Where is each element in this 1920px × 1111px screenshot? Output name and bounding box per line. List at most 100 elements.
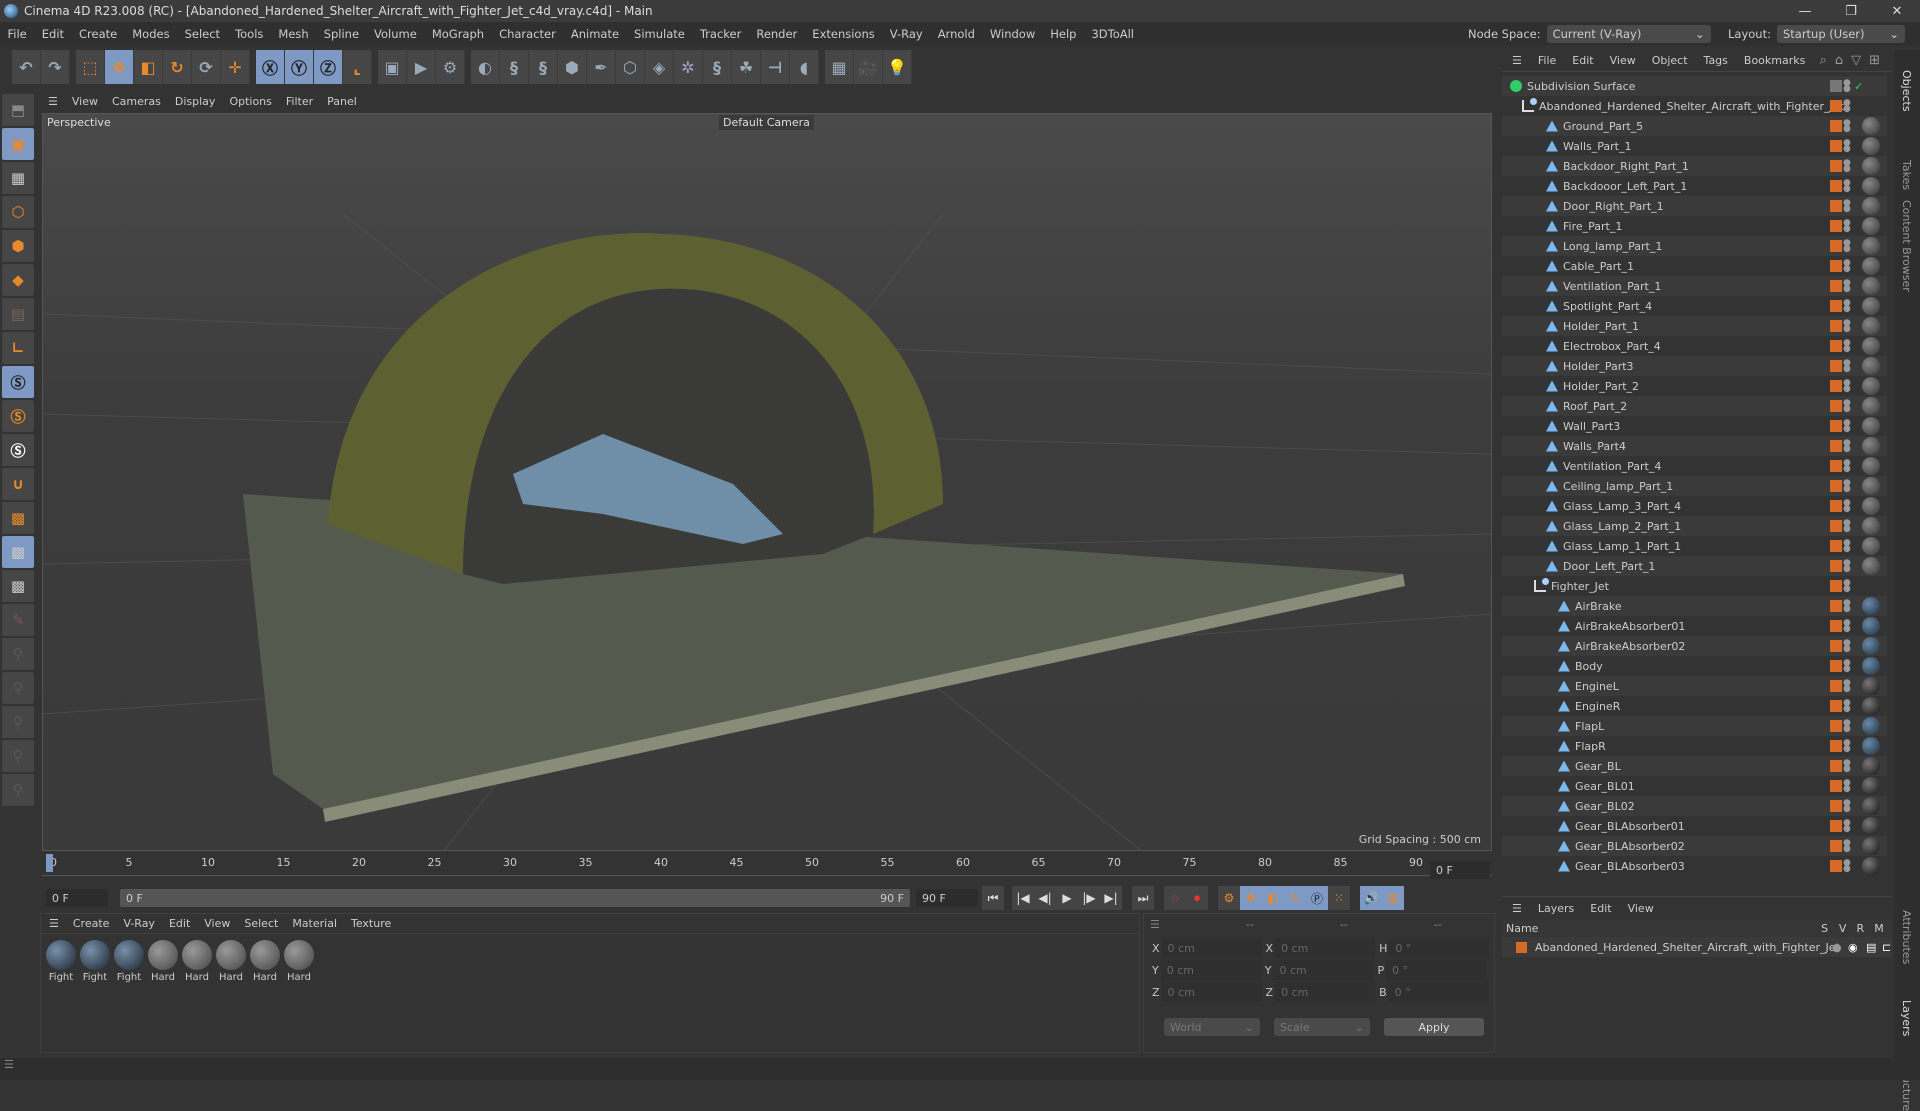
hamburger-icon[interactable]: ☰ [48,95,58,108]
apply-button[interactable]: Apply [1384,1018,1484,1036]
layer-color-swatch[interactable] [1830,480,1842,492]
material-tag-icon[interactable] [1862,277,1880,295]
menu-animate[interactable]: Animate [563,27,626,41]
current-frame-field[interactable]: 0 F [46,889,108,907]
menu-mesh[interactable]: Mesh [271,27,316,41]
material-tag-icon[interactable] [1862,177,1880,195]
next-key-button[interactable]: ▶| [1100,886,1122,910]
x-axis-icon[interactable]: Ⓧ [256,50,285,84]
object-row[interactable]: Gear_BLAbsorber02 ● ● [1502,836,1887,856]
restore-button[interactable]: ❐ [1828,0,1874,22]
side-tab-layers[interactable]: Layers [1900,1000,1913,1036]
keyframe-settings-icon[interactable]: ⚙ [1218,886,1240,910]
menu-arnold[interactable]: Arnold [930,27,982,41]
rotate-icon[interactable]: ↻ [163,50,192,84]
cloner-icon[interactable]: ☘ [732,50,761,84]
layer-color-swatch[interactable] [1830,600,1842,612]
visibility-dots-icon[interactable]: ● ● [1843,459,1851,474]
material-item[interactable]: Hard [215,940,247,983]
coord-field-z[interactable]: 0 cm [1161,982,1262,1002]
menu-extensions[interactable]: Extensions [805,27,882,41]
viewport-menu-filter[interactable]: Filter [286,95,313,108]
coord-field-x[interactable]: 0 cm [1275,938,1376,958]
layer-color-swatch[interactable] [1830,180,1842,192]
go-to-end-button[interactable]: ⏭ [1132,886,1154,910]
object-row[interactable]: Gear_BL02 ● ● [1502,796,1887,816]
layer-menu-edit[interactable]: Edit [1590,902,1611,915]
material-tag-icon[interactable] [1862,677,1880,695]
object-row[interactable]: Walls_Part4 ● ● [1502,436,1887,456]
model-mode-icon[interactable]: ⬒ [2,94,34,126]
layer-menu-view[interactable]: View [1628,902,1654,915]
layer-color-swatch[interactable] [1830,520,1842,532]
object-row[interactable]: Subdivision Surface ● ● ✓ [1502,76,1887,96]
python-icon[interactable]: § [500,50,529,84]
material-item[interactable]: Hard [147,940,179,983]
menu-vray[interactable]: V-Ray [882,27,930,41]
node-space-select[interactable]: Current (V-Ray) ⌄ [1546,25,1711,43]
layer-color-swatch[interactable] [1830,420,1842,432]
snap-white-icon[interactable]: Ⓢ [2,434,34,466]
next-frame-button[interactable]: |▶ [1078,886,1100,910]
extrude-icon[interactable]: ◈ [645,50,674,84]
object-menu-file[interactable]: File [1538,54,1556,67]
play-button[interactable]: ▶ [1056,886,1078,910]
object-menu-tags[interactable]: Tags [1704,54,1728,67]
object-row[interactable]: Abandoned_Hardened_Shelter_Aircraft_with… [1502,96,1887,116]
object-row[interactable]: FlapR ● ● [1502,736,1887,756]
key-position-icon[interactable]: ✥ [1240,886,1262,910]
material-tag-icon[interactable] [1862,537,1880,555]
visibility-dots-icon[interactable]: ● ● [1843,579,1851,594]
enabled-check-icon[interactable]: ✓ [1854,80,1863,93]
coord-field-y[interactable]: 0 cm [1160,960,1261,980]
coord-field-x[interactable]: 0 cm [1161,938,1262,958]
material-tag-icon[interactable] [1862,477,1880,495]
coord-mode-select[interactable]: Scale ⌄ [1274,1018,1370,1036]
menu-mograph[interactable]: MoGraph [424,27,491,41]
layer-color-swatch[interactable] [1830,700,1842,712]
visibility-dots-icon[interactable]: ● ● [1843,299,1851,314]
axis-icon[interactable]: ∟ [2,332,34,364]
material-menu-texture[interactable]: Texture [351,917,391,930]
material-tag-icon[interactable] [1862,317,1880,335]
key-param-icon[interactable]: Ⓟ [1306,886,1328,910]
object-row[interactable]: Ventilation_Part_1 ● ● [1502,276,1887,296]
hamburger-icon[interactable]: ☰ [49,917,59,930]
prev-key-button[interactable]: |◀ [1012,886,1034,910]
layer-color-swatch[interactable] [1830,840,1842,852]
material-tag-icon[interactable] [1862,457,1880,475]
material-tag-icon[interactable] [1862,217,1880,235]
visibility-dots-icon[interactable]: ● ● [1843,359,1851,374]
material-item[interactable]: Fight [45,940,77,983]
select-icon[interactable]: ⬚ [76,50,105,84]
material-tag-icon[interactable] [1862,777,1880,795]
key-pla-icon[interactable]: ⁙ [1328,886,1350,910]
object-row[interactable]: Holder_Part_1 ● ● [1502,316,1887,336]
pin-icon[interactable]: ⚲ [2,638,34,670]
layer-color-swatch[interactable] [1830,740,1842,752]
material-tag-icon[interactable] [1862,717,1880,735]
object-row[interactable]: Ventilation_Part_4 ● ● [1502,456,1887,476]
menu-edit[interactable]: Edit [34,27,71,41]
material-item[interactable]: Fight [79,940,111,983]
material-tag-icon[interactable] [1862,357,1880,375]
menu-simulate[interactable]: Simulate [627,27,693,41]
redo-icon[interactable]: ↷ [41,50,70,84]
visibility-dots-icon[interactable]: ● ● [1843,439,1851,454]
render-view-icon[interactable]: ▣ [378,50,407,84]
material-tag-icon[interactable] [1862,397,1880,415]
layer-color-swatch[interactable] [1830,320,1842,332]
material-tag-icon[interactable] [1862,757,1880,775]
material-menu-material[interactable]: Material [292,917,337,930]
visibility-dots-icon[interactable]: ● ● [1843,699,1851,714]
visible-eye-icon[interactable]: ◉ [1848,941,1858,954]
coord-field-z[interactable]: 0 cm [1275,982,1376,1002]
visibility-dots-icon[interactable]: ● ● [1843,499,1851,514]
layer-color-swatch[interactable] [1830,800,1842,812]
object-row[interactable]: Long_lamp_Part_1 ● ● [1502,236,1887,256]
visibility-dots-icon[interactable]: ● ● [1843,219,1851,234]
object-menu-bookmarks[interactable]: Bookmarks [1744,54,1805,67]
material-item[interactable]: Hard [283,940,315,983]
menu-volume[interactable]: Volume [367,27,425,41]
side-tab-takes[interactable]: Takes [1900,160,1913,190]
